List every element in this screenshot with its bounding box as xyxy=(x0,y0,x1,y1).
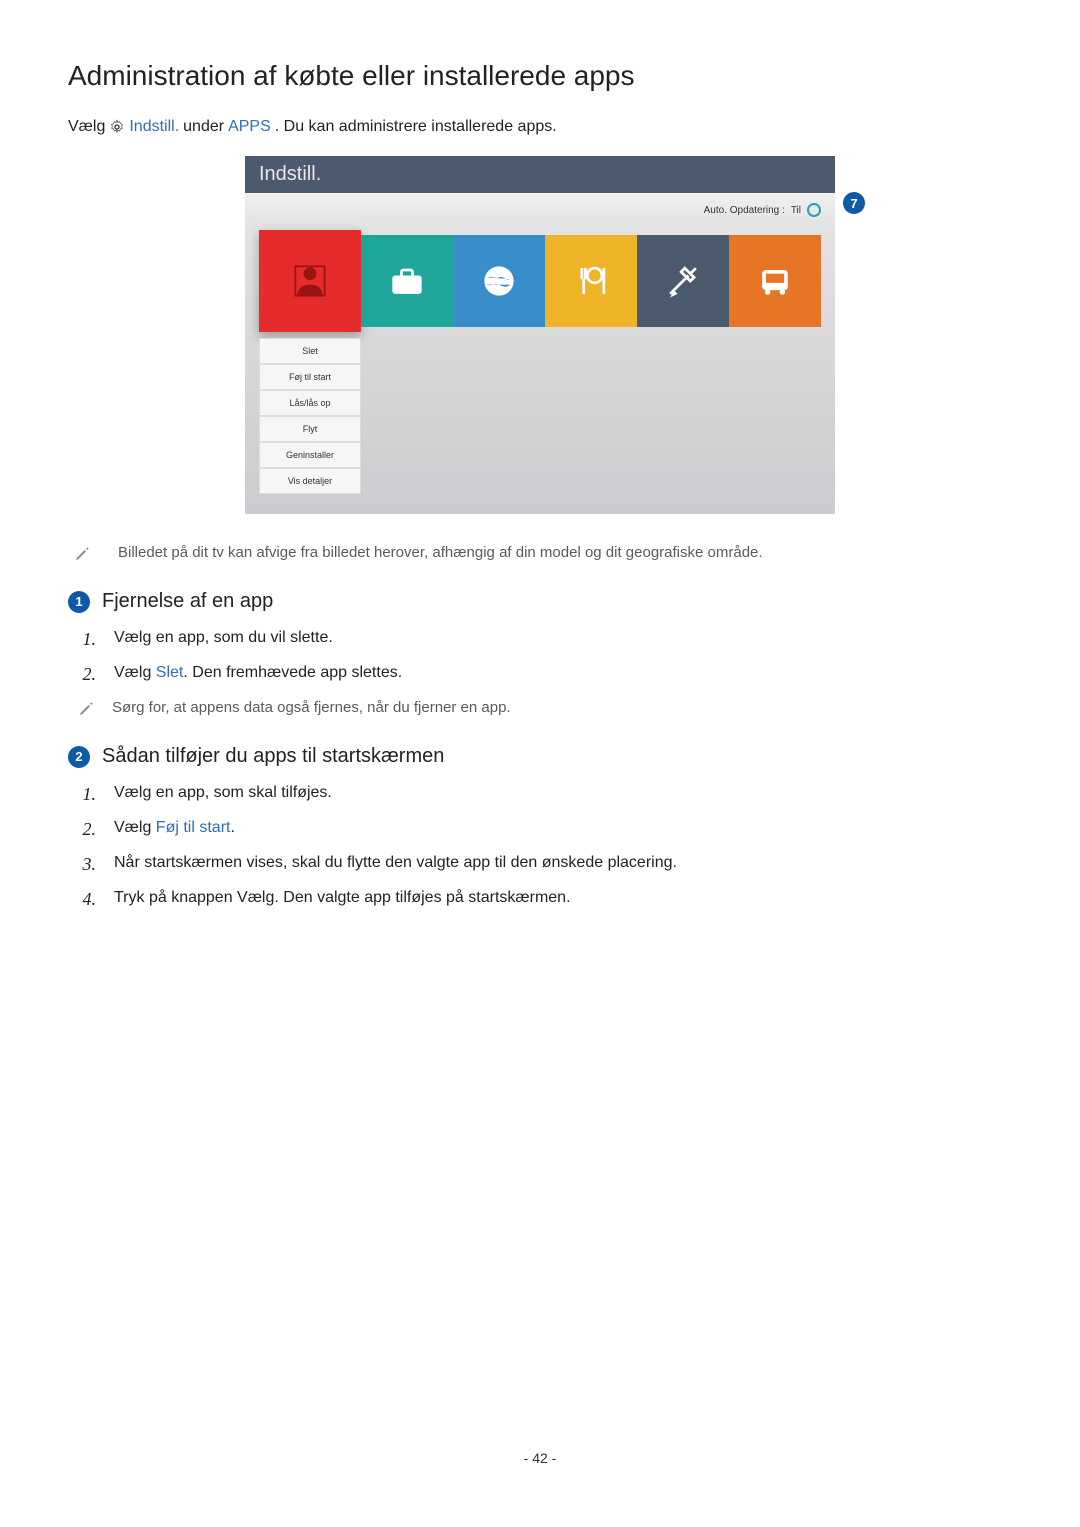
intro-apps-link: APPS xyxy=(228,118,271,136)
step-2-1: 1. Vælg en app, som skal tilføjes. xyxy=(78,784,1012,805)
screen-topbar: Indstill. xyxy=(245,156,835,193)
auto-update-label: Auto. Opdatering : xyxy=(704,205,785,216)
step-link-slet: Slet xyxy=(156,664,184,681)
app-tiles xyxy=(245,223,835,344)
step-text: Tryk på knappen Vælg. Den valgte app til… xyxy=(114,889,571,907)
menu-item-move[interactable]: Flyt xyxy=(259,416,361,442)
subnote-text: Sørg for, at appens data også fjernes, n… xyxy=(112,699,511,716)
step-1-1: 1. Vælg en app, som du vil slette. xyxy=(78,629,1012,650)
auto-update-row: Auto. Opdatering : Til xyxy=(245,193,835,223)
menu-item-lock[interactable]: Lås/lås op xyxy=(259,390,361,416)
menu-item-delete[interactable]: Slet xyxy=(259,338,361,364)
note-row-1: Billedet på dit tv kan afvige fra billed… xyxy=(68,544,1012,562)
step-num: 3. xyxy=(78,854,96,875)
app-tile-2[interactable] xyxy=(361,235,453,327)
auto-update-toggle[interactable] xyxy=(807,203,821,217)
step-1-2: 2. Vælg Slet. Den fremhævede app slettes… xyxy=(78,664,1012,685)
note-text-1: Billedet på dit tv kan afvige fra billed… xyxy=(118,544,763,561)
intro-post: . Du kan administrere installerede apps. xyxy=(275,118,557,136)
step-text: Vælg en app, som du vil slette. xyxy=(114,629,333,647)
step-num: 2. xyxy=(78,664,96,685)
menu-item-add-home[interactable]: Føj til start xyxy=(259,364,361,390)
intro-pre: Vælg xyxy=(68,118,105,136)
context-menu-area: 1 2 3 4 5 6 Slet Føj til start Lås/lås o… xyxy=(245,344,835,514)
step-post: . Den fremhævede app slettes. xyxy=(183,664,402,681)
step-text: Vælg Føj til start. xyxy=(114,819,235,837)
section-2-title: Sådan tilføjer du apps til startskærmen xyxy=(102,745,444,768)
section-2-head: 2 Sådan tilføjer du apps til startskærme… xyxy=(68,745,1012,768)
briefcase-icon xyxy=(385,259,429,303)
step-pre: Vælg xyxy=(114,664,156,681)
step-link-foj: Føj til start xyxy=(156,819,231,836)
app-tile-3[interactable] xyxy=(453,235,545,327)
section-1-title: Fjernelse af en app xyxy=(102,590,273,613)
context-menu: Slet Føj til start Lås/lås op Flyt Genin… xyxy=(259,338,361,494)
menu-item-reinstall[interactable]: Geninstaller xyxy=(259,442,361,468)
step-2-4: 4. Tryk på knappen Vælg. Den valgte app … xyxy=(78,889,1012,910)
step-text: Vælg en app, som skal tilføjes. xyxy=(114,784,332,802)
step-post: . xyxy=(230,819,234,836)
tv-screenshot: 7 Indstill. Auto. Opdatering : Til xyxy=(245,156,835,514)
app-tile-5[interactable] xyxy=(637,235,729,327)
pencil-icon xyxy=(78,701,94,717)
section-1-badge: 1 xyxy=(68,591,90,613)
section-1-steps: 1. Vælg en app, som du vil slette. 2. Væ… xyxy=(78,629,1012,685)
app-tile-6[interactable] xyxy=(729,235,821,327)
section-2-badge: 2 xyxy=(68,746,90,768)
food-icon xyxy=(569,259,613,303)
section-1-head: 1 Fjernelse af en app xyxy=(68,590,1012,613)
page-title: Administration af købte eller installere… xyxy=(68,60,1012,92)
intro-settings-link: Indstill. xyxy=(129,118,179,136)
badge-7: 7 xyxy=(843,192,865,214)
step-pre: Vælg xyxy=(114,819,156,836)
intro-line: Vælg Indstill. under APPS. Du kan admini… xyxy=(68,118,1012,136)
step-num: 2. xyxy=(78,819,96,840)
menu-item-details[interactable]: Vis detaljer xyxy=(259,468,361,494)
globe-icon xyxy=(477,259,521,303)
app-tile-selected[interactable] xyxy=(259,230,361,332)
section-1-subnote: Sørg for, at appens data også fjernes, n… xyxy=(78,699,1012,717)
step-num: 1. xyxy=(78,629,96,650)
gear-icon xyxy=(109,119,125,135)
tools-icon xyxy=(661,259,705,303)
page-number: - 42 - xyxy=(68,1450,1012,1466)
step-num: 4. xyxy=(78,889,96,910)
step-2-3: 3. Når startskærmen vises, skal du flytt… xyxy=(78,854,1012,875)
auto-update-value: Til xyxy=(791,205,801,216)
bus-icon xyxy=(753,259,797,303)
step-2-2: 2. Vælg Føj til start. xyxy=(78,819,1012,840)
section-2-steps: 1. Vælg en app, som skal tilføjes. 2. Væ… xyxy=(78,784,1012,910)
step-num: 1. xyxy=(78,784,96,805)
step-text: Vælg Slet. Den fremhævede app slettes. xyxy=(114,664,402,682)
pencil-icon xyxy=(74,546,90,562)
step-text: Når startskærmen vises, skal du flytte d… xyxy=(114,854,677,872)
photo-person-icon xyxy=(288,259,332,303)
app-tile-4[interactable] xyxy=(545,235,637,327)
intro-mid: under xyxy=(183,118,224,136)
